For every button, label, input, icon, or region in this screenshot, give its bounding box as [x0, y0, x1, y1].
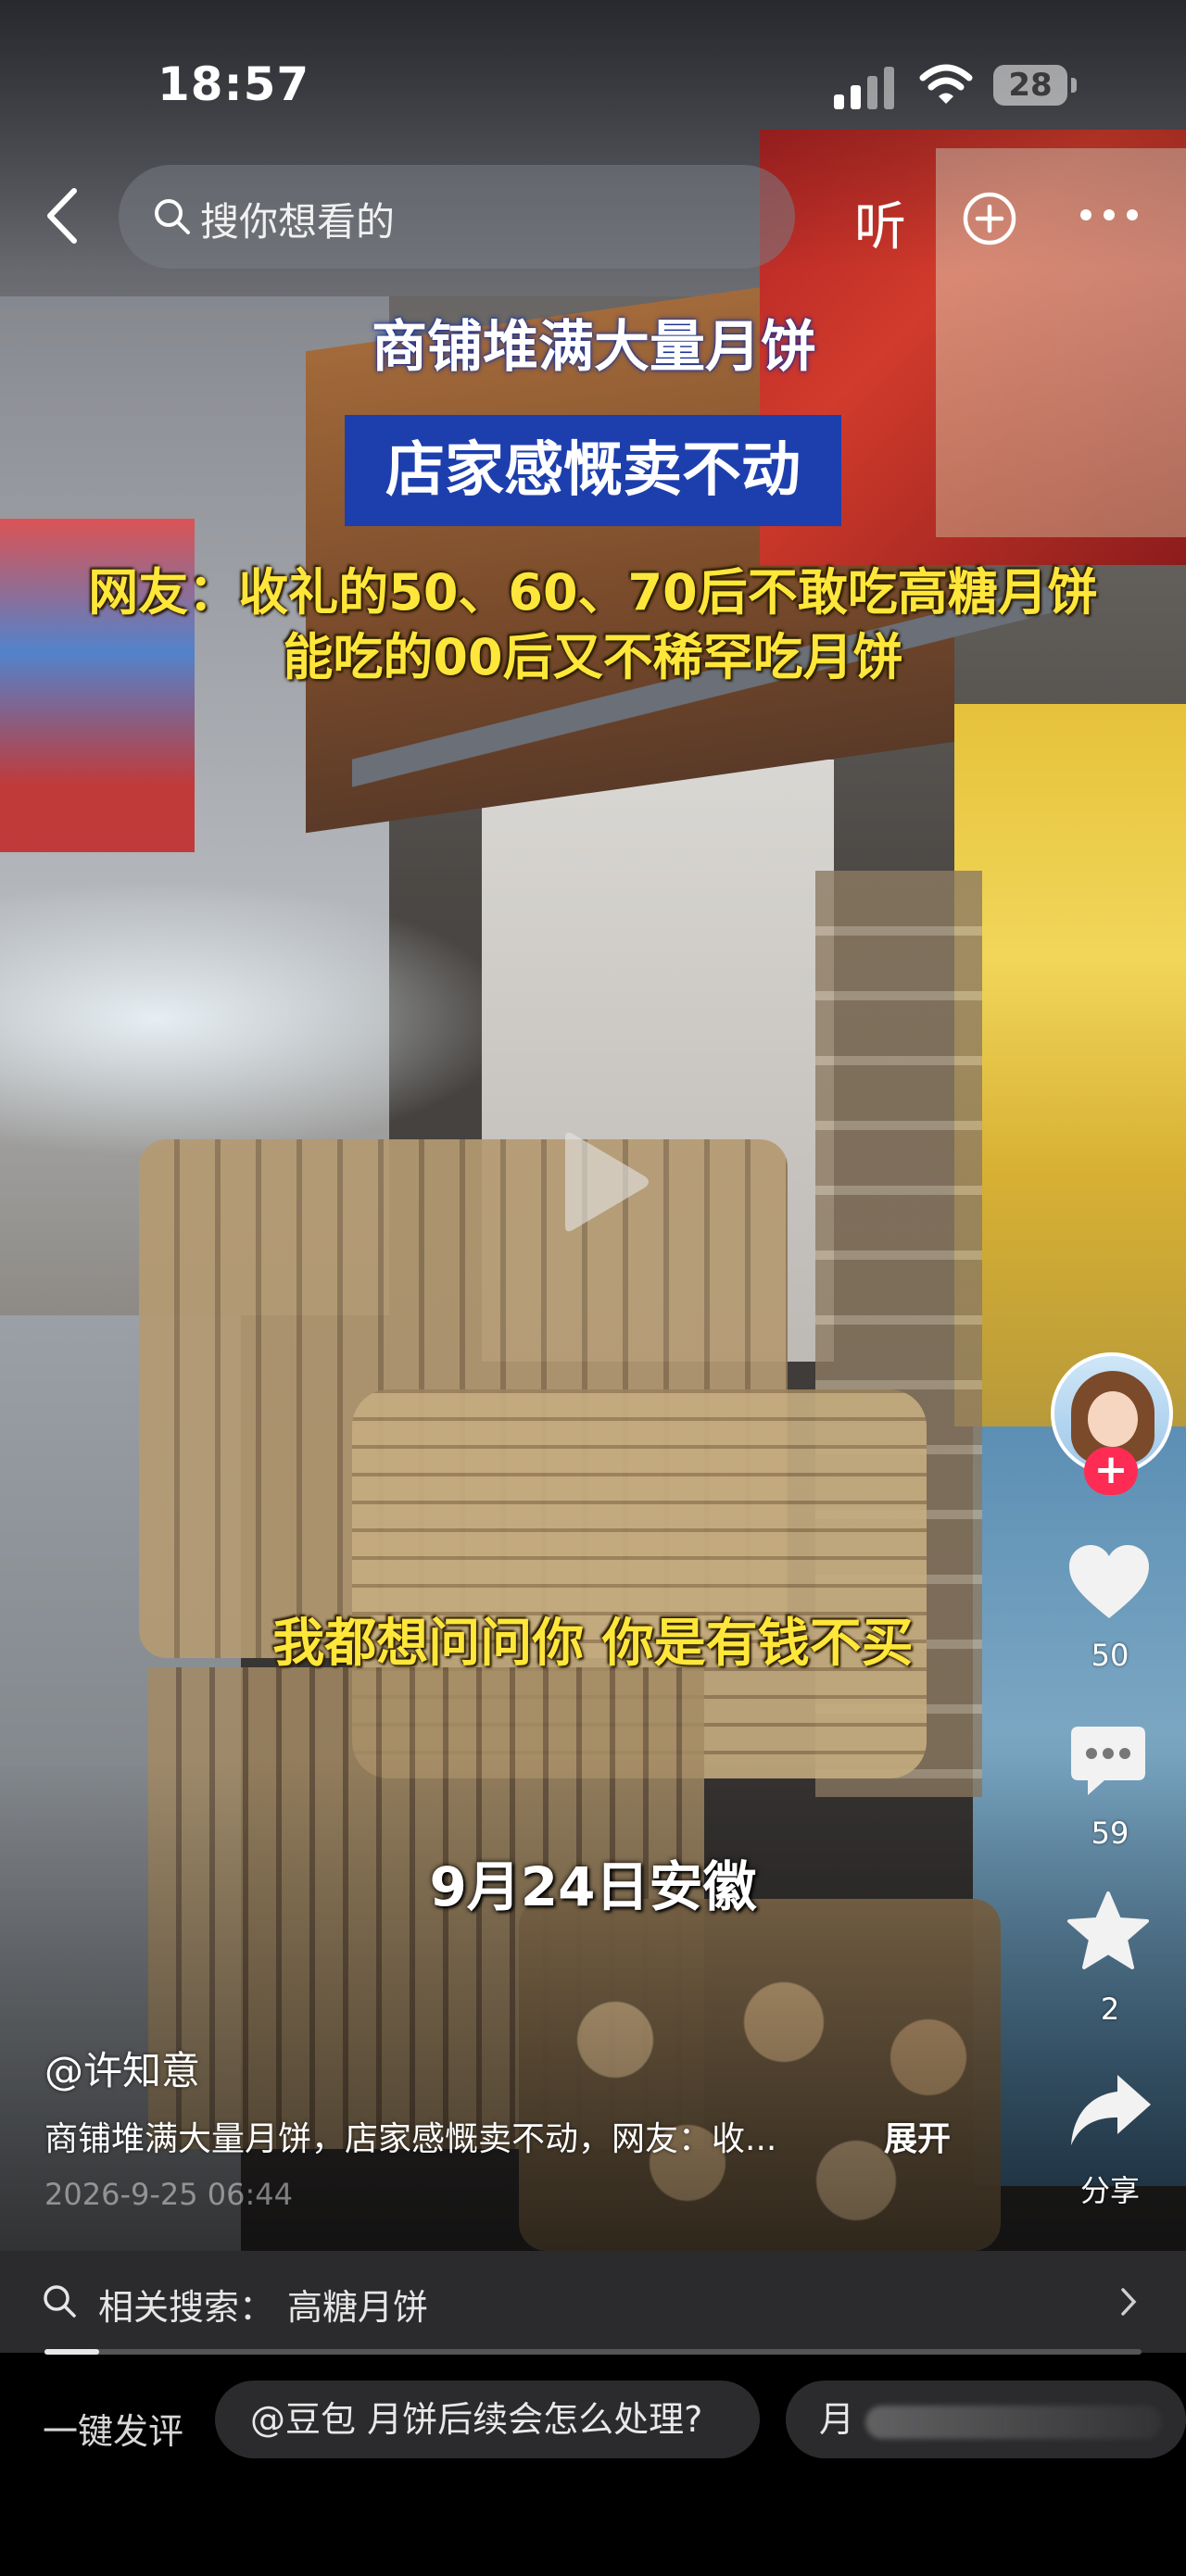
like-count: 50 [1091, 1638, 1129, 1673]
heart-icon[interactable] [1066, 1542, 1153, 1622]
share-icon[interactable] [1067, 2071, 1153, 2149]
expand-description-button[interactable]: 展开 [884, 2112, 951, 2160]
related-search-bar[interactable]: 相关搜索： 高糖月饼 [0, 2251, 1186, 2353]
caption-location-date: 9月24日安徽 [429, 1855, 757, 1918]
battery-nub [1071, 78, 1077, 93]
caption-netizen-line2: 能吃的00后又不稀罕吃月饼 [283, 628, 903, 686]
related-search-term: 高糖月饼 [287, 2287, 429, 2328]
add-icon[interactable] [962, 191, 1017, 246]
status-time: 18:57 [158, 57, 310, 111]
quick-comment-label: 一键发评 [43, 2411, 184, 2452]
comment-count: 59 [1091, 1816, 1129, 1851]
caption-title-line1: 商铺堆满大量月饼 [372, 315, 816, 380]
follow-button[interactable]: + [1084, 1447, 1138, 1495]
caption-netizen-line1: 网友：收礼的50、60、70后不敢吃高糖月饼 [88, 563, 1098, 622]
wifi-icon [919, 64, 973, 104]
publish-date: 2026-9-25 06:44 [44, 2177, 293, 2212]
search-icon [44, 2285, 76, 2318]
cellular-signal-icon [834, 65, 895, 109]
avatar-face [1088, 1391, 1138, 1447]
search-placeholder: 搜你想看的 [200, 199, 396, 245]
search-icon [155, 199, 190, 234]
caption-title-line2: 店家感慨卖不动 [345, 415, 841, 526]
battery-icon: 28 [993, 65, 1067, 106]
listen-button[interactable]: 听 [854, 185, 906, 260]
quick-comment-chip-blurred [865, 2405, 1163, 2439]
more-options-icon[interactable] [1080, 209, 1138, 224]
quick-comment-chip-text: 月 [819, 2399, 855, 2440]
star-icon[interactable] [1066, 1890, 1151, 1973]
play-icon[interactable] [552, 1128, 654, 1236]
video-description: 商铺堆满大量月饼，店家感慨卖不动，网友：收... [44, 2120, 777, 2158]
quick-comment-chip[interactable]: @豆包 月饼后续会怎么处理? [215, 2381, 760, 2458]
chevron-right-icon [1121, 2288, 1137, 2316]
quick-comment-chip[interactable]: 月 [786, 2381, 1186, 2458]
caption-subtitle: 我都想问问你 你是有钱不买 [272, 1614, 914, 1674]
share-label: 分享 [1079, 2173, 1140, 2208]
video-progress-bar[interactable] [44, 2349, 1142, 2355]
comment-icon[interactable] [1067, 1723, 1149, 1801]
search-bar[interactable]: 搜你想看的 [119, 165, 795, 269]
related-search-label: 相关搜索： [98, 2287, 275, 2328]
quick-comment-bar: 一键发评 @豆包 月饼后续会怎么处理? 月 [0, 2358, 1186, 2576]
back-button[interactable] [37, 183, 93, 248]
favorite-count: 2 [1100, 1992, 1120, 2027]
video-progress-fill [44, 2349, 100, 2355]
author-name[interactable]: @许知意 [44, 2040, 200, 2096]
